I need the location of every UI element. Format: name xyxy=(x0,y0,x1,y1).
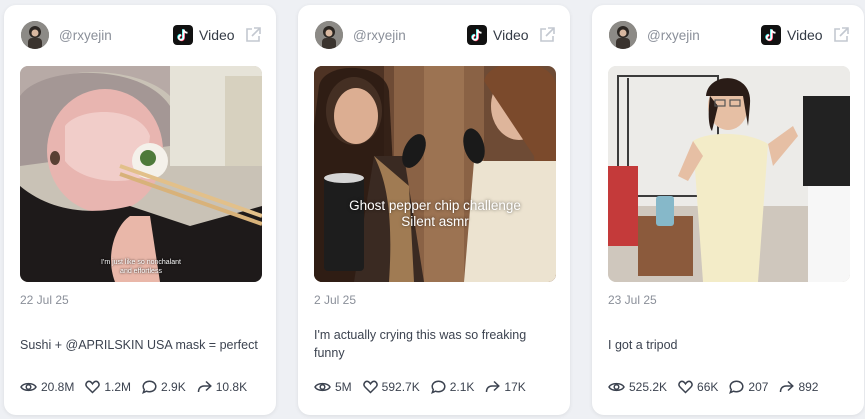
post-description: I got a tripod xyxy=(608,338,678,352)
comments-stat: 2.1K xyxy=(430,380,475,394)
shares-count: 10.8K xyxy=(215,380,248,394)
heart-icon xyxy=(85,380,101,394)
likes-stat: 592.7K xyxy=(362,380,420,394)
video-overlay-caption: I'm just like so nonchalant and effortle… xyxy=(101,259,181,275)
comments-count: 207 xyxy=(748,380,769,394)
shares-count: 892 xyxy=(798,380,819,394)
comment-icon xyxy=(142,380,157,394)
video-card[interactable]: @rxyejin Video xyxy=(592,5,864,415)
platform-label: Video xyxy=(493,27,529,43)
shares-count: 17K xyxy=(504,380,526,394)
share-icon xyxy=(486,380,501,393)
eye-icon xyxy=(20,382,37,392)
video-thumbnail[interactable] xyxy=(608,66,850,282)
shares-stat: 17K xyxy=(485,380,526,394)
likes-stat: 66K xyxy=(678,380,718,394)
video-card[interactable]: @rxyejin Video I'm just like so nonchala… xyxy=(4,5,276,415)
eye-icon xyxy=(608,382,625,392)
views-count: 525.2K xyxy=(629,380,668,394)
avatar[interactable] xyxy=(21,21,49,49)
tiktok-icon xyxy=(761,25,781,45)
stats-row: 525.2K 66K 207 892 xyxy=(608,380,829,394)
comment-icon xyxy=(729,380,744,394)
tiktok-icon xyxy=(173,25,193,45)
stats-row: 5M 592.7K 2.1K 17K xyxy=(314,380,537,394)
comments-count: 2.9K xyxy=(161,380,186,394)
likes-stat: 1.2M xyxy=(85,380,131,394)
tiktok-icon xyxy=(467,25,487,45)
likes-count: 1.2M xyxy=(104,380,132,394)
likes-count: 592.7K xyxy=(381,380,420,394)
avatar[interactable] xyxy=(609,21,637,49)
share-icon xyxy=(197,380,212,393)
views-stat: 525.2K xyxy=(608,380,667,394)
platform-label: Video xyxy=(199,27,235,43)
external-link-icon[interactable] xyxy=(244,26,262,44)
external-link-icon[interactable] xyxy=(832,26,850,44)
views-count: 20.8M xyxy=(41,380,75,394)
comments-stat: 2.9K xyxy=(142,380,186,394)
post-date: 22 Jul 25 xyxy=(20,293,69,307)
share-icon xyxy=(780,380,795,393)
video-thumbnail[interactable]: Ghost pepper chip challenge Silent asmr xyxy=(314,66,556,282)
shares-stat: 10.8K xyxy=(197,380,247,394)
heart-icon xyxy=(362,380,378,394)
creator-handle[interactable]: @rxyejin xyxy=(59,28,112,43)
views-count: 5M xyxy=(335,380,352,394)
post-description: I'm actually crying this was so freaking… xyxy=(314,328,527,360)
video-thumbnail[interactable]: I'm just like so nonchalant and effortle… xyxy=(20,66,262,282)
video-overlay-caption: Ghost pepper chip challenge Silent asmr xyxy=(349,198,521,229)
external-link-icon[interactable] xyxy=(538,26,556,44)
platform-label: Video xyxy=(787,27,823,43)
likes-count: 66K xyxy=(697,380,719,394)
creator-handle[interactable]: @rxyejin xyxy=(353,28,406,43)
comments-count: 2.1K xyxy=(449,380,475,394)
shares-stat: 892 xyxy=(779,380,818,394)
views-stat: 20.8M xyxy=(20,380,74,394)
video-card[interactable]: @rxyejin Video xyxy=(298,5,570,415)
eye-icon xyxy=(314,382,331,392)
stats-row: 20.8M 1.2M 2.9K 10.8K xyxy=(20,380,258,394)
post-date: 23 Jul 25 xyxy=(608,293,657,307)
comment-icon xyxy=(430,380,446,394)
views-stat: 5M xyxy=(314,380,352,394)
comments-stat: 207 xyxy=(729,380,768,394)
avatar[interactable] xyxy=(315,21,343,49)
post-date: 2 Jul 25 xyxy=(314,293,357,307)
creator-handle[interactable]: @rxyejin xyxy=(647,28,700,43)
post-description: Sushi + @APRILSKIN USA mask = perfect xyxy=(20,338,258,352)
heart-icon xyxy=(678,380,693,394)
